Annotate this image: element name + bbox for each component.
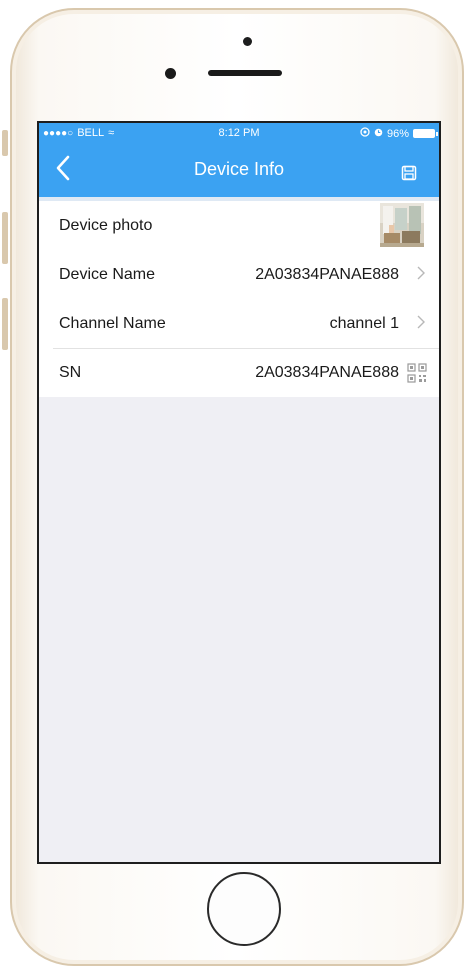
list-item-channel-name[interactable]: Channel Name channel 1 (39, 299, 439, 348)
row-label: SN (59, 364, 82, 381)
proximity-sensor (243, 37, 252, 46)
status-bar: ●●●●○ BELL ≈ 8:12 PM 96% (39, 123, 439, 145)
device-name-value: 2A03834PANAE888 (255, 265, 399, 283)
row-label: Device Name (59, 265, 156, 283)
list-item-device-name[interactable]: Device Name 2A03834PANAE888 (39, 250, 439, 299)
save-button[interactable] (401, 165, 417, 181)
device-photo-thumbnail[interactable] (380, 203, 424, 247)
orientation-lock-icon (360, 127, 370, 140)
battery-icon (413, 129, 438, 138)
sn-value: 2A03834PANAE888 (255, 364, 399, 381)
navigation-bar: Device Info (39, 145, 439, 197)
device-info-list: Device photo Device Name 2A03834PANAE888 (39, 197, 439, 397)
app-header: ●●●●○ BELL ≈ 8:12 PM 96% Device Info (39, 123, 439, 197)
volume-up-button (2, 212, 8, 264)
row-label: Device photo (59, 216, 153, 234)
chevron-right-icon (417, 264, 425, 285)
row-label: Channel Name (59, 314, 166, 332)
front-camera (165, 68, 176, 79)
page-title: Device Info (193, 159, 285, 179)
list-item-sn[interactable]: SN 2A03834PANAE888 (53, 348, 439, 397)
chevron-right-icon (417, 313, 425, 334)
battery-percent: 96% (386, 127, 409, 140)
home-button[interactable] (207, 872, 281, 946)
app-screen: ●●●●○ BELL ≈ 8:12 PM 96% Device Info Dev… (37, 121, 441, 864)
floppy-disk-icon (401, 165, 417, 181)
alarm-icon (374, 128, 383, 140)
channel-name-value: channel 1 (329, 314, 399, 332)
phone-mockup: ●●●●○ BELL ≈ 8:12 PM 96% Device Info Dev… (0, 0, 474, 973)
earpiece-speaker (208, 70, 282, 76)
volume-down-button (2, 298, 8, 350)
qr-code-icon[interactable] (407, 363, 427, 383)
mute-switch (2, 130, 8, 156)
list-item-device-photo[interactable]: Device photo (39, 201, 439, 250)
